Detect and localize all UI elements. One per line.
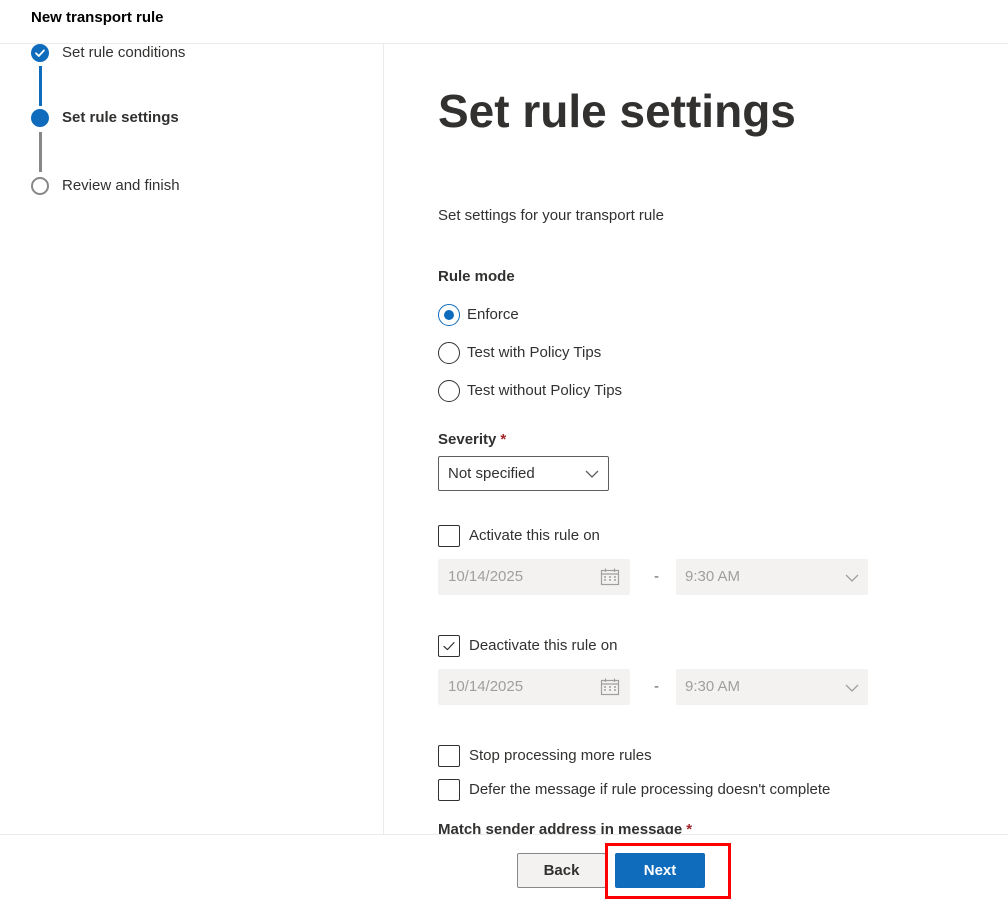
- activate-time-value: 9:30 AM: [685, 568, 741, 585]
- deactivate-date-value: 10/14/2025: [448, 678, 524, 695]
- severity-label-text: Severity: [438, 431, 497, 448]
- page-title: Set rule settings: [438, 85, 796, 137]
- panel-title: New transport rule: [31, 9, 164, 26]
- activate-date-picker[interactable]: 10/14/2025: [438, 559, 630, 595]
- wizard-footer: Back Next: [0, 834, 1008, 899]
- wizard-steps-pane: Set rule conditions Set rule settings Re…: [0, 44, 384, 834]
- deactivate-time-value: 9:30 AM: [685, 678, 741, 695]
- date-time-separator: -: [654, 678, 659, 695]
- radio-label: Test with Policy Tips: [467, 344, 602, 361]
- activate-time-dropdown[interactable]: 9:30 AM: [676, 559, 868, 595]
- date-time-separator: -: [654, 568, 659, 585]
- back-button[interactable]: Back: [517, 853, 606, 888]
- checkbox-box[interactable]: [438, 745, 460, 767]
- match-sender-label-text: Match sender address in message: [438, 821, 683, 834]
- step-pending-circle-icon: [31, 177, 49, 195]
- deactivate-time-dropdown[interactable]: 9:30 AM: [676, 669, 868, 705]
- radio-circle[interactable]: [438, 342, 460, 364]
- checkbox-label: Deactivate this rule on: [469, 637, 618, 654]
- page-subtitle: Set settings for your transport rule: [438, 207, 664, 224]
- radio-circle[interactable]: [438, 304, 460, 326]
- check-icon: [443, 642, 455, 651]
- severity-value: Not specified: [448, 465, 535, 482]
- calendar-icon: [600, 678, 620, 701]
- radio-label: Test without Policy Tips: [467, 382, 623, 399]
- required-asterisk: *: [686, 821, 693, 834]
- required-asterisk: *: [500, 431, 507, 448]
- deactivate-date-picker[interactable]: 10/14/2025: [438, 669, 630, 705]
- step-complete-check-icon: [31, 44, 49, 62]
- main-content: Set rule settings Set settings for your …: [384, 44, 1008, 834]
- match-sender-label: Match sender address in message *: [438, 821, 692, 834]
- checkbox-box[interactable]: [438, 779, 460, 801]
- step-label: Review and finish: [62, 177, 180, 194]
- step-label: Set rule settings: [62, 109, 179, 126]
- radio-circle[interactable]: [438, 380, 460, 402]
- step-connector: [39, 66, 42, 106]
- rule-mode-label: Rule mode: [438, 268, 515, 285]
- chevron-down-icon: [584, 467, 600, 485]
- severity-label: Severity *: [438, 431, 506, 448]
- severity-dropdown[interactable]: Not specified: [438, 456, 609, 491]
- step-current-dot-icon: [31, 109, 49, 127]
- calendar-icon: [600, 568, 620, 591]
- chevron-down-icon: [844, 571, 860, 589]
- chevron-down-icon: [844, 681, 860, 699]
- panel-header: New transport rule: [0, 0, 1008, 44]
- next-button[interactable]: Next: [615, 853, 705, 888]
- checkbox-label: Stop processing more rules: [469, 747, 652, 764]
- checkbox-label: Defer the message if rule processing doe…: [469, 781, 831, 798]
- step-label: Set rule conditions: [62, 44, 186, 61]
- step-connector: [39, 132, 42, 172]
- checkbox-label: Activate this rule on: [469, 527, 600, 544]
- radio-label: Enforce: [467, 306, 519, 323]
- checkbox-box[interactable]: [438, 635, 460, 657]
- checkbox-box[interactable]: [438, 525, 460, 547]
- activate-date-value: 10/14/2025: [448, 568, 524, 585]
